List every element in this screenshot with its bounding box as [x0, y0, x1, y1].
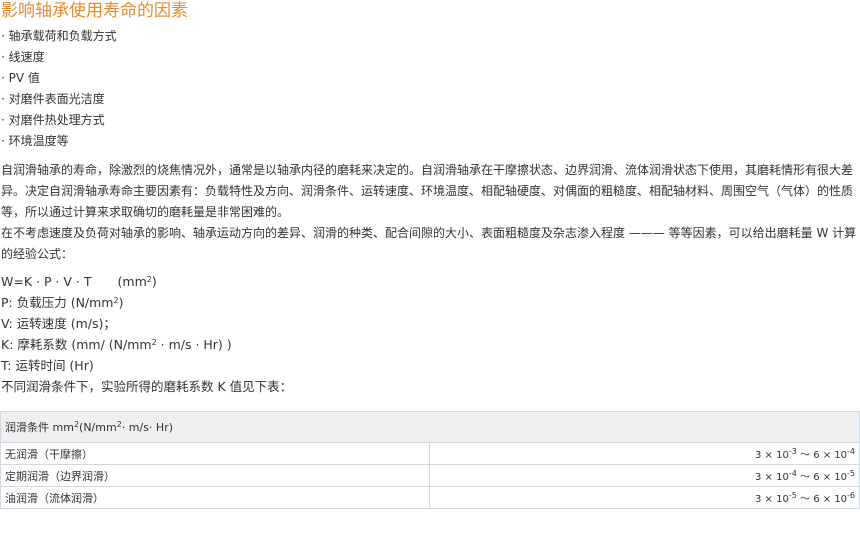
range-sep: ～: [796, 472, 814, 483]
condition-cell: 定期润滑（边界润滑）: [0, 464, 430, 487]
list-item: 对磨件热处理方式: [1, 110, 860, 131]
table-header-row: 润滑条件 mm2(N/mm2· m/s· Hr): [0, 411, 860, 443]
formula-unit-close: ): [151, 274, 157, 289]
k-text-close: · m/s · Hr) ): [156, 337, 232, 352]
coef-a: 3 × 10: [755, 494, 789, 505]
list-item: 轴承载荷和负载方式: [1, 26, 860, 47]
coef-b: 6 × 10: [813, 472, 848, 483]
p-text-close: ): [118, 295, 124, 310]
formula-unit: (mm: [117, 274, 147, 289]
formula-main: W=K · P · V · T (mm2): [1, 271, 860, 292]
table-row: 定期润滑（边界润滑） 3 × 10-4 ～ 6 × 10-5: [0, 464, 860, 487]
wear-coefficient-table: 润滑条件 mm2(N/mm2· m/s· Hr) 无润滑（干摩擦） 3 × 10…: [0, 411, 860, 509]
list-item: 对磨件表面光洁度: [1, 89, 860, 110]
coef-b: 6 × 10: [813, 494, 848, 505]
k-text: K: 摩耗系数 (mm/ (N/mm: [1, 337, 152, 352]
header-text: (N/mm: [79, 421, 117, 434]
coefficient-cell: 3 × 10-3 ～ 6 × 10-4: [429, 442, 860, 465]
superscript: -3: [788, 447, 797, 456]
coefficient-cell: 3 × 10-4 ～ 6 × 10-5: [429, 464, 860, 487]
table-row: 无润滑（干摩擦） 3 × 10-3 ～ 6 × 10-4: [0, 442, 860, 465]
wear-formula: W=K · P · V · T (mm2) P: 负载压力 (N/mm2) V: …: [1, 271, 860, 397]
superscript: -6: [847, 491, 855, 500]
p-text: P: 负载压力 (N/mm: [1, 295, 114, 310]
formula-p-definition: P: 负载压力 (N/mm2): [1, 292, 860, 313]
formula-expression: W=K · P · V · T: [1, 274, 92, 289]
page: 影响轴承使用寿命的因素 轴承载荷和负载方式 线速度 PV 值 对磨件表面光洁度 …: [0, 0, 860, 536]
condition-cell: 无润滑（干摩擦）: [0, 442, 430, 465]
formula-intro-paragraph: 在不考虑速度及负荷对轴承的影响、轴承运动方向的差异、润滑的种类、配合间隙的大小、…: [1, 226, 857, 261]
superscript: -5: [847, 469, 855, 478]
coef-a: 3 × 10: [755, 450, 789, 461]
table-row: 油润滑（流体润滑） 3 × 10-5 ～ 6 × 10-6: [0, 486, 860, 509]
formula-t-definition: T: 运转时间 (Hr): [1, 358, 94, 373]
formula-v-definition: V: 运转速度 (m/s)；: [1, 316, 116, 331]
superscript: -4: [788, 469, 797, 478]
table-header-cell: 润滑条件 mm2(N/mm2· m/s· Hr): [0, 411, 860, 443]
coef-a: 3 × 10: [755, 472, 789, 483]
coef-b: 6 × 10: [813, 450, 848, 461]
list-item: 线速度: [1, 47, 860, 68]
list-item: PV 值: [1, 68, 860, 89]
range-sep: ～: [796, 450, 814, 461]
condition-cell: 油润滑（流体润滑）: [0, 486, 430, 509]
page-title: 影响轴承使用寿命的因素: [1, 1, 188, 21]
table-note: 不同润滑条件下，实验所得的磨耗系数 K 值见下表：: [1, 379, 293, 394]
formula-k-definition: K: 摩耗系数 (mm/ (N/mm2 · m/s · Hr) ): [1, 334, 860, 355]
superscript: -5: [788, 491, 797, 500]
factor-list: 轴承载荷和负载方式 线速度 PV 值 对磨件表面光洁度 对磨件热处理方式 环境温…: [1, 26, 860, 152]
coefficient-cell: 3 × 10-5 ～ 6 × 10-6: [429, 486, 860, 509]
range-sep: ～: [796, 494, 814, 505]
header-text: 润滑条件 mm: [5, 421, 74, 434]
intro-paragraph: 自润滑轴承的寿命，除激烈的烧焦情况外，通常是以轴承内径的磨耗来决定的。自润滑轴承…: [1, 163, 854, 219]
list-item: 环境温度等: [1, 131, 860, 152]
superscript: -4: [847, 447, 855, 456]
header-text: · m/s· Hr): [121, 421, 174, 434]
